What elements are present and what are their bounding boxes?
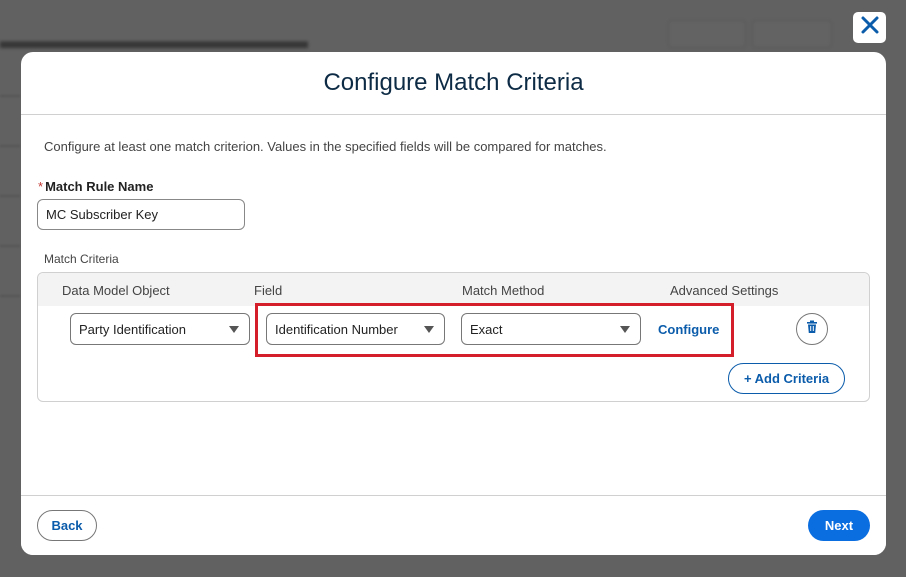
match-criteria-label: Match Criteria [44, 252, 119, 266]
trash-icon [805, 320, 819, 339]
add-criteria-button[interactable]: + Add Criteria [728, 363, 845, 394]
chevron-down-icon [229, 326, 239, 333]
modal-footer: Back Next [21, 495, 886, 555]
next-button[interactable]: Next [808, 510, 870, 541]
match-method-select[interactable]: Exact [461, 313, 641, 345]
column-header-advanced-settings: Advanced Settings [670, 283, 779, 298]
chevron-down-icon [424, 326, 434, 333]
intro-text: Configure at least one match criterion. … [44, 139, 607, 154]
field-value: Identification Number [275, 321, 398, 337]
modal-title: Configure Match Criteria [323, 69, 584, 96]
table-header-row: Data Model Object Field Match Method Adv… [38, 273, 869, 306]
match-rule-name-input[interactable] [37, 199, 245, 230]
configure-advanced-settings-link[interactable]: Configure [658, 322, 719, 337]
column-header-field: Field [254, 283, 283, 298]
modal-header: Configure Match Criteria [21, 52, 886, 115]
close-modal-button[interactable] [853, 12, 886, 43]
match-method-value: Exact [470, 321, 503, 337]
configure-match-criteria-modal: Configure Match Criteria Configure at le… [21, 52, 886, 555]
delete-criteria-button[interactable] [796, 313, 828, 345]
back-button[interactable]: Back [37, 510, 97, 541]
modal-body: Configure at least one match criterion. … [21, 115, 886, 496]
match-criteria-table: Data Model Object Field Match Method Adv… [37, 272, 870, 402]
match-rule-name-label-text: Match Rule Name [45, 179, 154, 194]
column-header-data-model-object: Data Model Object [62, 283, 170, 298]
column-header-match-method: Match Method [462, 283, 545, 298]
match-rule-name-label: * Match Rule Name [38, 179, 153, 194]
close-icon [860, 15, 880, 40]
data-model-object-select[interactable]: Party Identification [70, 313, 250, 345]
field-select[interactable]: Identification Number [266, 313, 445, 345]
required-marker: * [38, 179, 44, 194]
chevron-down-icon [620, 326, 630, 333]
data-model-object-value: Party Identification [79, 321, 186, 337]
